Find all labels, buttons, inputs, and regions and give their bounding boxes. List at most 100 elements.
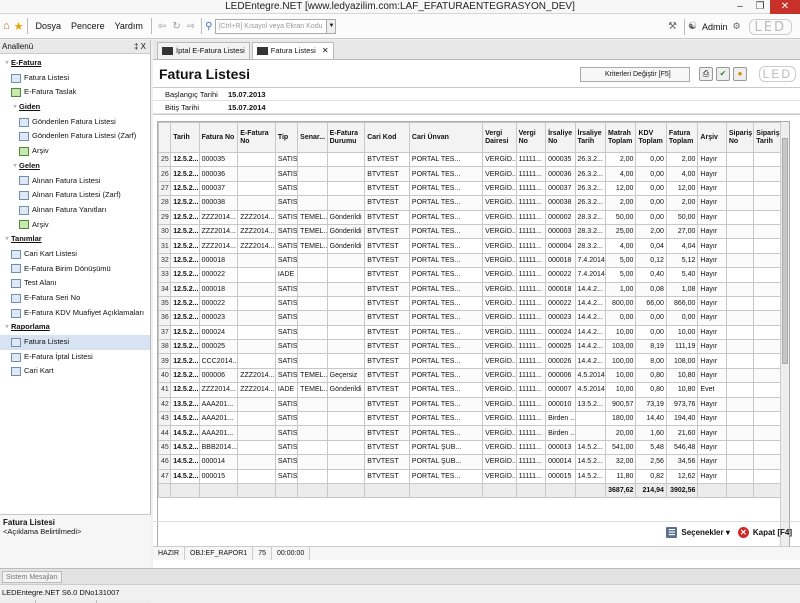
table-row[interactable]: 35 12.5.2... 000022 SATIS BTVTEST PORTAL TES.… [158,295,789,312]
restore-icon[interactable]: ❐ [750,0,770,14]
table-row[interactable]: 31 12.5.2... ZZZ2014... ZZZ2014... SATIS TEME… [158,238,789,254]
tree-item[interactable]: ▿ Tanımlar [0,232,150,247]
column-header[interactable]: Sipariş No [725,122,755,153]
expand-icon[interactable]: ▿ [3,320,11,335]
menu-pencere[interactable]: Pencere [66,21,110,31]
export-excel-icon[interactable]: ✔ [716,67,730,81]
column-header[interactable]: Cari Kod [364,122,410,153]
table-row[interactable]: 42 13.5.2... AAA201... SATIS BTVTEST PORTAL T… [158,396,789,413]
tree-item[interactable]: Cari Kart Listesi [0,247,150,262]
tree-item[interactable]: Alınan Fatura Listesi [0,174,150,189]
tree-item[interactable]: Gönderilen Fatura Listesi (Zarf) [0,129,150,144]
column-header[interactable]: Senar... [297,122,328,153]
pin-close-icon[interactable]: ‡ X [134,40,146,53]
tree-item[interactable]: Fatura Listesi [0,71,150,86]
system-messages-button[interactable]: Sistem Mesajları [2,571,62,583]
column-header[interactable]: KDV Toplam [635,122,667,153]
table-row[interactable]: 29 12.5.2... ZZZ2014... ZZZ2014... SATIS TEME… [158,209,789,225]
table-row[interactable]: 28 12.5.2... 000038 SATIS BTVTEST PORTAL TES.… [158,195,789,211]
table-row[interactable]: 33 12.5.2... 000022 IADE BTVTEST PORTAL TES..… [158,267,789,283]
favorites-star-icon[interactable]: ★ [14,20,24,33]
column-header[interactable]: Vergi No [515,122,547,153]
expand-icon[interactable]: ▿ [11,100,19,115]
column-header[interactable]: Tip [274,122,299,153]
column-header[interactable]: Arşiv [697,122,727,153]
table-row[interactable]: 30 12.5.2... ZZZ2014... ZZZ2014... SATIS TEME… [158,223,789,240]
menu-yardim[interactable]: Yardım [110,21,148,31]
tree-item[interactable]: ▿ E-Fatura [0,56,150,71]
table-row[interactable]: 45 14.5.2... BBB2014... SATIS BTVTEST PORTAL … [158,439,789,456]
tree-item[interactable]: E-Fatura KDV Muafiyet Açıklamaları [0,306,150,321]
tree-item[interactable]: Gönderilen Fatura Listesi [0,115,150,130]
table-row[interactable]: 26 12.5.2... 000036 SATIS BTVTEST PORTAL TES.… [158,166,789,182]
tree-item[interactable]: Test Alanı [0,276,150,291]
column-header[interactable]: Tarih [170,122,200,153]
tools-icon[interactable]: ⚒ [668,21,677,32]
tree-item[interactable]: Alınan Fatura Yanıtları [0,203,150,218]
forward-icon[interactable]: ⇨ [187,21,195,32]
table-row[interactable]: 32 12.5.2... 000018 SATIS BTVTEST PORTAL TES.… [158,252,789,269]
table-row[interactable]: 37 12.5.2... 000024 SATIS BTVTEST PORTAL TES.… [158,324,789,341]
tab-cancelled-list[interactable]: İptal E-Fatura Listesi [157,42,250,59]
tree-item[interactable]: E-Fatura Seri No [0,291,150,306]
close-window-icon[interactable]: ✕ [770,0,800,14]
column-header[interactable]: Matrah Toplam [604,122,637,153]
print-icon[interactable]: ⎙ [699,67,713,81]
tree-item[interactable]: ▿ Giden [0,100,150,115]
menu-dosya[interactable]: Dosya [31,21,67,31]
tree-item[interactable]: ▿ Raporlama [0,320,150,335]
group-icon[interactable]: ● [733,67,747,81]
table-cell [158,482,172,499]
tree-item[interactable]: Fatura Listesi [0,335,150,350]
table-row[interactable]: 36 12.5.2... 000023 SATIS BTVTEST PORTAL TES.… [158,310,789,326]
scroll-thumb[interactable] [782,138,788,364]
column-header[interactable]: Cari Ünvan [408,122,484,153]
table-row[interactable]: 25 12.5.2... 000035 SATIS BTVTEST PORTAL TES.… [158,151,789,168]
tree-item[interactable]: Arşiv [0,218,150,233]
column-header[interactable]: Fatura No [198,122,239,153]
tree-item[interactable]: Cari Kart [0,364,150,379]
column-header[interactable]: E-Fatura No [237,122,276,153]
settings-icon[interactable]: ⚙ [732,21,740,32]
close-tab-icon[interactable]: ✕ [322,43,329,59]
column-header[interactable]: E-Fatura Durumu [326,122,366,153]
column-header[interactable]: İrsaliye No [545,122,576,153]
tree-item[interactable]: ▿ Gelen [0,159,150,174]
close-button[interactable]: ✕ Kapat [F4] [737,527,792,538]
tree-item[interactable]: E-Fatura İptal Listesi [0,350,150,365]
home-icon[interactable]: ⌂ [3,20,10,32]
tree-item[interactable]: E-Fatura Birim Dönüşümü [0,262,150,277]
expand-icon[interactable]: ▿ [3,56,11,71]
column-header[interactable]: Vergi Dairesi [482,122,517,153]
table-row[interactable]: 43 14.5.2... AAA201... SATIS BTVTEST PORTAL T… [158,411,789,427]
expand-icon[interactable]: ▿ [3,232,11,247]
tree-item[interactable]: Alınan Fatura Listesi (Zarf) [0,188,150,203]
table-row[interactable]: 44 14.5.2... AAA201... SATIS BTVTEST PORTAL T… [158,425,789,441]
quick-code-input[interactable]: [Ctrl+R] Kısayol veya Ekran Kodu [215,18,328,34]
tree-item[interactable]: E-Fatura Taslak [0,85,150,100]
refresh-icon[interactable]: ↻ [172,21,180,32]
back-icon[interactable]: ⇦ [158,21,166,32]
table-row[interactable]: 27 12.5.2... 000037 SATIS BTVTEST PORTAL TES.… [158,180,789,197]
tree-item[interactable]: Arşiv [0,144,150,159]
search-icon[interactable]: ⚲ [205,21,212,32]
chevron-down-icon[interactable]: ▼ [327,18,337,34]
table-row[interactable]: 41 12.5.2... ZZZ2014... ZZZ2014... IADE TEMEL… [158,382,789,398]
expand-icon[interactable]: ▿ [11,159,19,174]
vertical-scrollbar[interactable] [780,122,789,552]
table-row[interactable]: 38 12.5.2... 000025 SATIS BTVTEST PORTAL TES.… [158,339,789,355]
table-row[interactable]: 34 12.5.2... 000018 SATIS BTVTEST PORTAL TES.… [158,281,789,297]
change-criteria-button[interactable]: Kriterleri Değiştir [F5] [580,67,690,82]
invoice-grid[interactable]: Tarih Fatura No E-Fatura No Tip Senar... E-Fa… [157,121,790,553]
tab-invoice-list[interactable]: Fatura Listesi ✕ [251,42,334,59]
column-header[interactable]: Fatura Toplam [665,122,699,153]
table-row[interactable]: 47 14.5.2... 000015 SATIS BTVTEST PORTAL TES.… [158,468,789,484]
table-row[interactable]: 46 14.5.2... 000014 SATIS BTVTEST PORTAL ŞUB.… [158,454,789,470]
options-button[interactable]: ☰ Seçenekler ▾ [666,527,730,538]
table-row[interactable]: 39 12.5.2... CCC2014... SATIS BTVTEST PORTAL … [158,353,789,369]
minimize-icon[interactable]: – [730,0,750,14]
table-row[interactable]: 40 12.5.2... 000006 ZZZ2014... SATIS TEMEL...… [158,367,789,384]
user-name[interactable]: Admin [697,22,733,32]
column-header[interactable]: İrsaliye Tarih [574,122,606,153]
row-number: 30 [158,223,172,240]
